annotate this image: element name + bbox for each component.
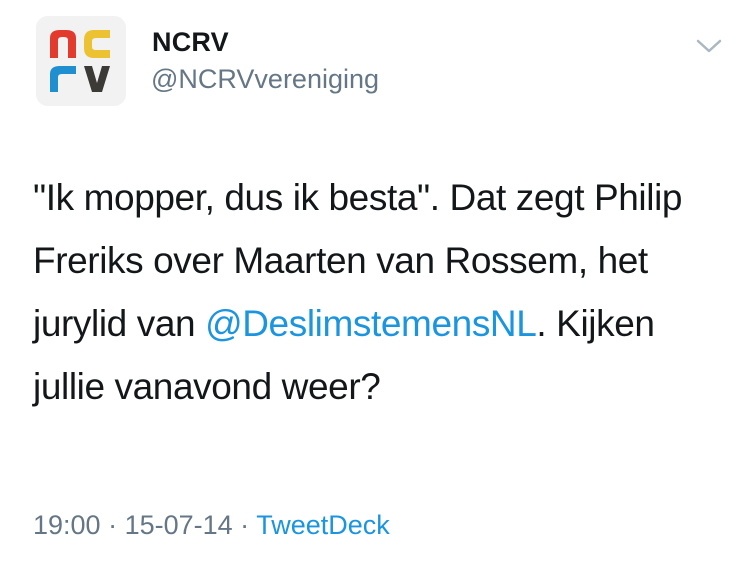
tweet-text: "Ik mopper, dus ik besta". Dat zegt Phil… [33,166,723,418]
account-handle[interactable]: @NCRVvereniging [151,64,379,95]
display-name[interactable]: NCRV [152,27,229,58]
separator: · [232,510,257,540]
tweet-date[interactable]: 15-07-14 [125,510,233,540]
separator: · [100,510,125,540]
mention-link[interactable]: @DeslimstemensNL [205,303,537,344]
ncrv-logo-icon [36,16,126,106]
avatar[interactable] [36,16,126,106]
tweet-meta: 19:00 · 15-07-14 · TweetDeck [33,510,390,541]
tweet-time[interactable]: 19:00 [33,510,101,540]
source-link[interactable]: TweetDeck [256,510,390,540]
chevron-down-icon[interactable] [692,34,726,58]
